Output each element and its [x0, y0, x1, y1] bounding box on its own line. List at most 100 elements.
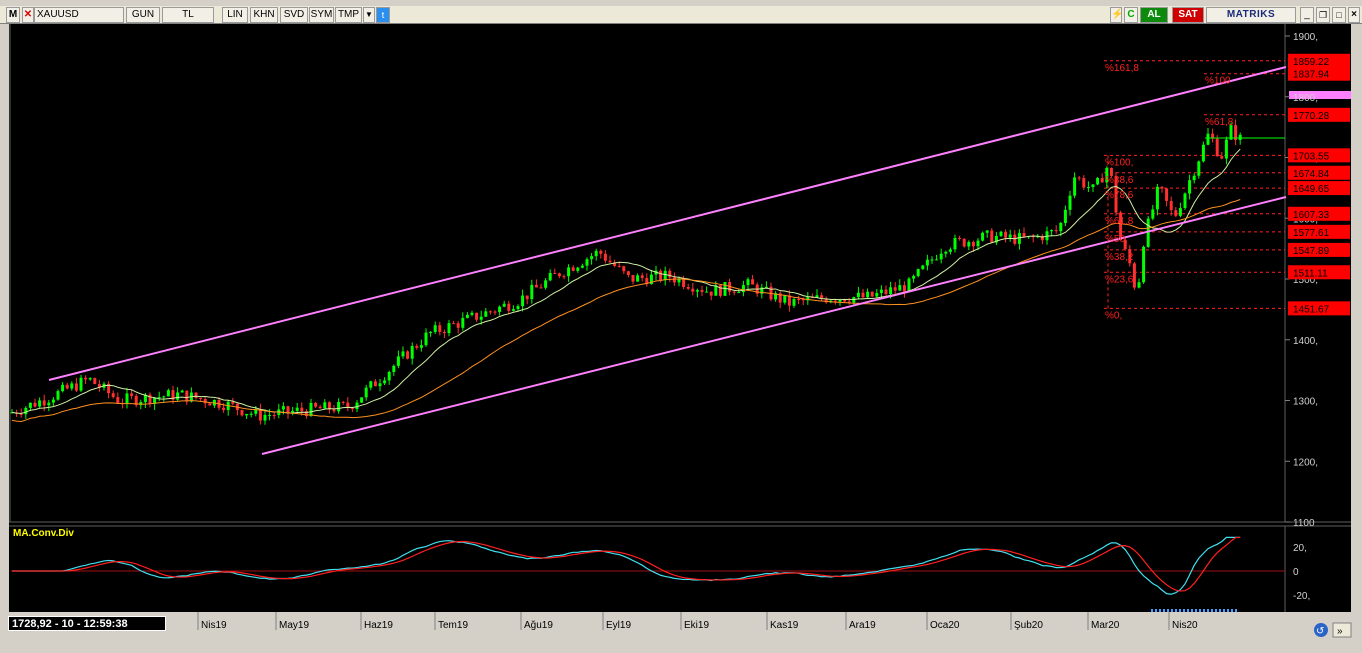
sym-button[interactable]: SYM: [309, 7, 334, 23]
candle-body: [429, 331, 433, 333]
candle-body: [1155, 186, 1159, 210]
fib-label: %23,6: [1105, 274, 1134, 285]
candle-body: [300, 407, 304, 412]
linear-button[interactable]: LIN: [222, 7, 248, 23]
time-tick-label: Nis19: [201, 620, 227, 631]
candle-body: [741, 285, 745, 293]
price-chart[interactable]: 1900,1800,1700,1600,1500,1400,1300,1200,…: [9, 24, 1351, 612]
price-label-text: 1674.84: [1293, 169, 1330, 180]
candle-body: [461, 317, 465, 328]
fib-label: %61,8: [1105, 216, 1134, 227]
candle-body: [33, 402, 37, 407]
candle-body: [732, 291, 736, 293]
candle-body: [695, 290, 699, 292]
candle-body: [1151, 209, 1155, 219]
price-label-text: 1607.33: [1293, 210, 1330, 221]
period-gun-button[interactable]: GUN: [126, 7, 160, 23]
candle-body: [1165, 188, 1169, 201]
candle-body: [415, 345, 419, 348]
candle-body: [1054, 230, 1058, 232]
candle-body: [659, 270, 663, 281]
candle-body: [392, 365, 396, 373]
candle-body: [24, 407, 28, 415]
candle-body: [162, 396, 166, 398]
candle-body: [953, 237, 957, 250]
fib-label: %38,2: [1105, 252, 1134, 263]
maximize-icon[interactable]: □: [1332, 7, 1346, 23]
candle-body: [889, 287, 893, 295]
candle-body: [737, 292, 741, 294]
candle-body: [516, 306, 520, 310]
menu-button[interactable]: M: [6, 7, 20, 23]
candle-body: [939, 253, 943, 260]
buy-button[interactable]: AL: [1140, 7, 1168, 23]
candle-body: [166, 390, 170, 397]
time-tick-label: Oca20: [930, 620, 960, 631]
candle-body: [948, 249, 952, 252]
candle-body: [925, 259, 929, 266]
candle-body: [898, 285, 902, 291]
candle-body: [452, 323, 456, 325]
price-tick-label: 1400,: [1293, 336, 1318, 347]
candle-body: [1100, 178, 1104, 183]
candle-body: [567, 267, 571, 277]
time-axis: Nis19 May19 Haz19 Tem19 Ağu19 Eyl19 Eki19 Kas19…: [197, 612, 1198, 631]
restore-icon[interactable]: ❐: [1316, 7, 1330, 23]
candle-body: [921, 265, 925, 270]
candle-body: [240, 410, 244, 416]
macd-tick-label: 20,: [1293, 543, 1307, 554]
candle-body: [534, 284, 538, 288]
candle-body: [1022, 233, 1026, 237]
candle-body: [958, 237, 962, 239]
candle-body: [249, 413, 253, 415]
fib-label: %61,8: [1205, 117, 1234, 128]
candle-body: [875, 293, 879, 297]
time-tick-label: Ağu19: [524, 620, 553, 631]
candle-body: [258, 409, 262, 421]
sell-button[interactable]: SAT: [1172, 7, 1204, 23]
candle-body: [295, 407, 299, 411]
candle-body: [682, 278, 686, 287]
chart-toolbar: M ✕ XAUUSD GUN TL LIN KHN SVD SYM TMP ▼ …: [0, 6, 1362, 24]
candle-body: [705, 291, 709, 293]
candle-body: [530, 284, 534, 300]
candle-body: [594, 250, 598, 257]
time-tick-label: Mar20: [1091, 620, 1120, 631]
candle-body: [879, 289, 883, 294]
candle-body: [1004, 231, 1008, 238]
minimize-icon[interactable]: _: [1300, 7, 1314, 23]
dropdown-arrow-icon[interactable]: ▼: [363, 7, 375, 23]
currency-tl-button[interactable]: TL: [162, 7, 214, 23]
candle-body: [603, 253, 607, 261]
chart-area[interactable]: 1900,1800,1700,1600,1500,1400,1300,1200,…: [9, 24, 1351, 612]
candle-body: [222, 407, 226, 411]
symbol-field[interactable]: XAUUSD: [34, 7, 124, 23]
candle-body: [475, 312, 479, 320]
candle-body: [383, 380, 387, 384]
template-button[interactable]: TMP: [335, 7, 362, 23]
close-icon[interactable]: ×: [1348, 7, 1360, 23]
candle-body: [360, 397, 364, 403]
candle-body: [893, 287, 897, 291]
candle-body: [470, 312, 474, 315]
khn-button[interactable]: KHN: [250, 7, 278, 23]
candle-body: [38, 400, 42, 407]
lightning-icon[interactable]: ⚡: [1110, 7, 1123, 23]
fib-label: %100,: [1105, 157, 1133, 168]
candle-body: [493, 311, 497, 313]
candle-body: [916, 269, 920, 277]
svd-button[interactable]: SVD: [280, 7, 308, 23]
candle-body: [1192, 175, 1196, 181]
candle-body: [525, 295, 529, 300]
c-button[interactable]: C: [1124, 7, 1138, 23]
candle-body: [406, 351, 410, 359]
price-label-text: 1649.65: [1293, 184, 1330, 195]
time-tick-label: Haz19: [364, 620, 393, 631]
symbol-close-icon[interactable]: ✕: [22, 7, 34, 23]
candle-body: [576, 267, 580, 271]
twitter-icon[interactable]: t: [376, 7, 390, 23]
time-tick-label: Nis20: [1172, 620, 1198, 631]
svg-text:↺: ↺: [1316, 626, 1324, 637]
candle-body: [686, 286, 690, 289]
candle-body: [1178, 208, 1182, 216]
